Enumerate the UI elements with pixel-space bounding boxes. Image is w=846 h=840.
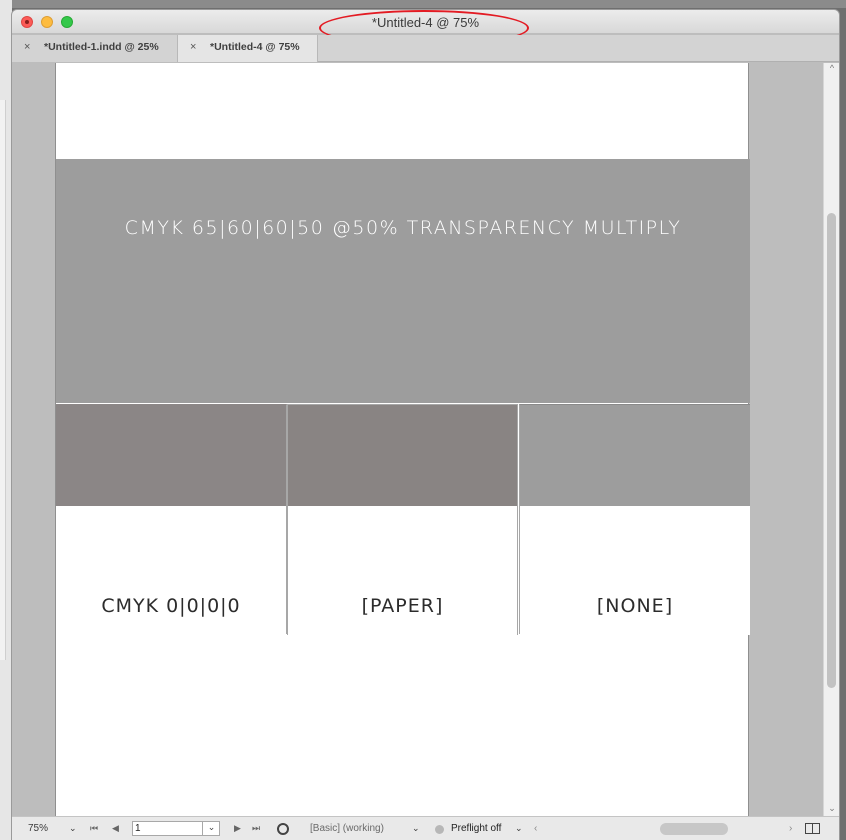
first-page-icon[interactable]: ⏮ [90,823,98,834]
scrollbar-thumb[interactable] [827,213,836,688]
preflight-menu[interactable]: Preflight off [451,823,501,834]
scroll-left-icon[interactable]: ‹ [534,823,537,834]
page-dropdown-icon[interactable]: ⌄ [202,821,220,836]
screen: *Untitled-4 @ 75% × *Untitled-1.indd @ 2… [0,0,846,840]
split-layout-icon[interactable] [805,823,820,834]
profile-dropdown-icon[interactable]: ⌄ [412,823,420,834]
document-tab-bar: × *Untitled-1.indd @ 25% × *Untitled-4 @… [12,35,839,62]
transparency-label[interactable]: CMYK 65|60|60|50 @50% TRANSPARENCY MULTI… [56,217,750,239]
swatch-cmyk-white[interactable]: CMYK 0|0|0|0 [56,404,287,635]
background-app-strip [0,100,6,660]
next-page-icon[interactable]: ▶ [234,823,241,834]
tab-untitled-1[interactable]: × *Untitled-1.indd @ 25% [12,35,178,62]
swatch-overlap [520,405,750,506]
desktop-background [0,0,846,8]
tab-untitled-4[interactable]: × *Untitled-4 @ 75% [178,35,318,62]
scroll-up-icon[interactable]: ^ [824,63,839,73]
swatch-paper[interactable]: [PAPER] [287,404,518,635]
tab-close-icon[interactable]: × [24,35,30,60]
preflight-status-icon [435,825,444,834]
swatch-label: CMYK 0|0|0|0 [101,595,241,617]
vertical-scrollbar[interactable]: ^ ⌄ [823,63,839,818]
pasteboard[interactable]: CMYK 65|60|60|50 @50% TRANSPARENCY MULTI… [12,63,823,818]
last-page-icon[interactable]: ⏭ [252,823,260,834]
open-document-menu-icon[interactable] [277,823,289,835]
preflight-dropdown-icon[interactable]: ⌄ [515,823,523,834]
swatch-overlap [56,405,286,506]
swatch-label: [NONE] [596,595,674,617]
document-window: *Untitled-4 @ 75% × *Untitled-1.indd @ 2… [12,10,839,840]
horizontal-scrollbar-thumb[interactable] [660,823,728,835]
tab-label: *Untitled-4 @ 75% [210,41,300,53]
tab-label: *Untitled-1.indd @ 25% [44,41,159,53]
status-bar: 75% ⌄ ⏮ ◀ 1 ⌄ ▶ ⏭ [Basic] (working) ⌄ Pr… [12,816,839,840]
document-page[interactable]: CMYK 65|60|60|50 @50% TRANSPARENCY MULTI… [55,63,750,818]
title-bar[interactable]: *Untitled-4 @ 75% [12,10,839,46]
scroll-right-icon[interactable]: › [789,823,792,834]
scroll-down-icon[interactable]: ⌄ [824,803,839,814]
preflight-profile[interactable]: [Basic] (working) [310,823,384,834]
swatch-none[interactable]: [NONE] [519,404,750,635]
tab-close-icon[interactable]: × [190,35,196,60]
zoom-level[interactable]: 75% [28,823,48,834]
previous-page-icon[interactable]: ◀ [112,823,119,834]
zoom-dropdown-icon[interactable]: ⌄ [69,823,77,834]
background-app-edge [0,0,12,840]
swatch-label: [PAPER] [361,595,444,617]
transparency-rectangle[interactable] [56,159,750,403]
swatch-overlap [288,405,517,506]
